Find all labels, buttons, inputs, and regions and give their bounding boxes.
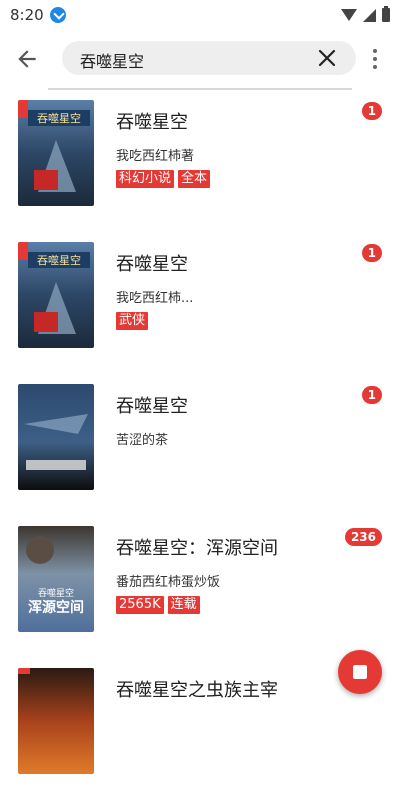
more-vert-icon	[373, 49, 377, 69]
book-cover	[18, 668, 94, 774]
cover-art	[18, 384, 94, 490]
back-button[interactable]	[14, 46, 40, 72]
result-item[interactable]: 吞噬星空 吞噬星空 我吃西红柿... 武侠 1	[0, 238, 400, 380]
book-tags: 科幻小说 全本	[116, 170, 211, 188]
book-author: 我吃西红柿...	[116, 291, 194, 306]
book-cover	[18, 384, 94, 490]
search-input[interactable]: 吞噬星空	[62, 41, 356, 75]
cover-art: 吞噬星空 浑源空间	[18, 526, 94, 632]
stop-icon	[353, 665, 367, 679]
tag-badge: 科幻小说	[116, 170, 175, 188]
stop-search-button[interactable]	[338, 650, 382, 694]
arrow-left-icon	[18, 50, 36, 68]
result-item[interactable]: 吞噬星空 浑源空间 吞噬星空：浑源空间 番茄西红柿蛋炒饭 2565K 连载 23…	[0, 522, 400, 664]
close-icon	[318, 49, 336, 67]
status-time: 8:20	[10, 6, 44, 24]
source-count-badge: 1	[361, 386, 382, 404]
cover-title-text: 吞噬星空	[37, 253, 81, 267]
book-cover: 吞噬星空	[18, 100, 94, 206]
cover-title-text: 浑源空间	[28, 599, 84, 616]
cover-art: 吞噬星空	[18, 100, 94, 206]
tag-badge: 2565K	[116, 596, 164, 614]
book-cover: 吞噬星空	[18, 242, 94, 348]
result-item[interactable]: 吞噬星空之虫族主宰	[0, 664, 400, 806]
source-count-badge: 1	[361, 102, 382, 120]
source-count-badge: 1	[361, 244, 382, 262]
signal-icon	[363, 8, 376, 22]
cover-art	[18, 668, 94, 774]
status-icons	[341, 6, 390, 22]
status-bar: 8:20	[0, 0, 400, 30]
loading-progress	[48, 88, 352, 90]
cover-art: 吞噬星空	[18, 242, 94, 348]
book-title: 吞噬星空之虫族主宰	[116, 680, 278, 701]
search-query[interactable]: 吞噬星空	[80, 48, 144, 72]
download-icon	[49, 7, 66, 23]
source-count-badge: 236	[344, 528, 382, 546]
clear-search-button[interactable]	[318, 49, 336, 67]
result-list: 吞噬星空 吞噬星空 我吃西红柿著 科幻小说 全本 1 吞噬星空 吞噬星空 我吃西…	[0, 96, 400, 806]
result-item[interactable]: 吞噬星空 苦涩的茶 1	[0, 380, 400, 522]
cover-subtitle-text: 吞噬星空	[38, 587, 74, 599]
search-toolbar: 吞噬星空	[0, 36, 400, 80]
book-author: 我吃西红柿著	[116, 149, 195, 164]
book-author: 番茄西红柿蛋炒饭	[116, 575, 221, 590]
wifi-icon	[341, 9, 357, 21]
book-title: 吞噬星空：浑源空间	[116, 538, 278, 559]
cover-title-text: 吞噬星空	[37, 111, 81, 125]
book-tags: 2565K 连载	[116, 596, 200, 614]
more-options-button[interactable]	[368, 48, 382, 70]
result-item[interactable]: 吞噬星空 吞噬星空 我吃西红柿著 科幻小说 全本 1	[0, 96, 400, 238]
book-cover: 吞噬星空 浑源空间	[18, 526, 94, 632]
book-title: 吞噬星空	[116, 396, 188, 417]
book-tags: 武侠	[116, 312, 149, 330]
book-title: 吞噬星空	[116, 112, 188, 133]
tag-badge: 连载	[167, 596, 200, 614]
book-title: 吞噬星空	[116, 254, 188, 275]
book-author: 苦涩的茶	[116, 433, 169, 448]
battery-icon	[382, 6, 390, 22]
tag-badge: 武侠	[116, 312, 149, 330]
tag-badge: 全本	[178, 170, 211, 188]
